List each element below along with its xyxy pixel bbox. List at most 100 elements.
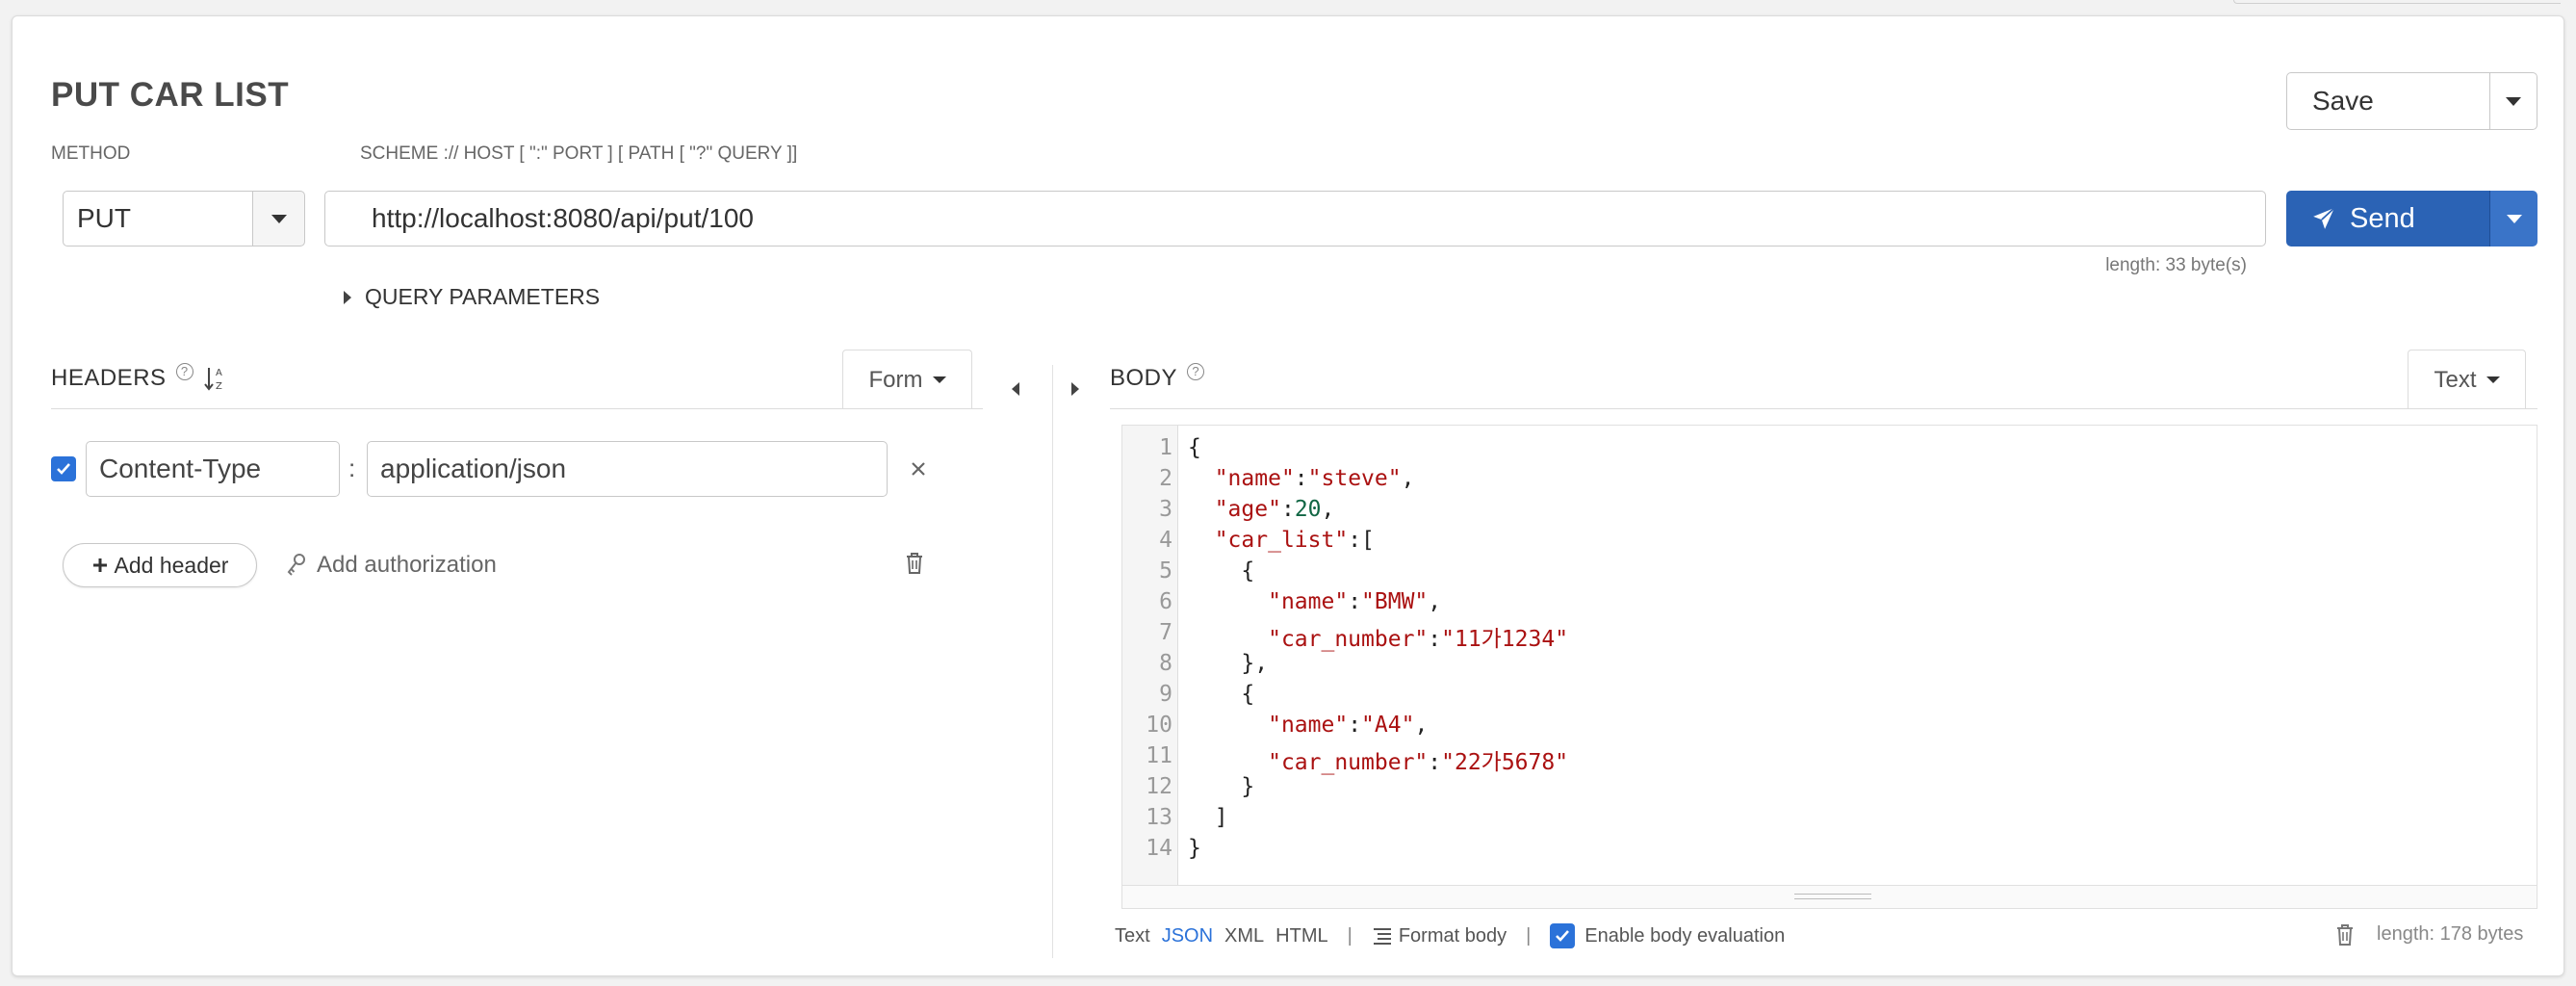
format-body-button[interactable]: Format body <box>1372 925 1507 947</box>
line-number: 14 <box>1146 836 1172 861</box>
code-line: } <box>1188 836 1201 861</box>
grip-icon <box>1794 894 1871 899</box>
add-authorization-link[interactable]: Add authorization <box>286 552 497 579</box>
clear-headers-button[interactable] <box>904 552 929 579</box>
code-line: { <box>1188 558 1255 584</box>
send-button[interactable]: Send <box>2286 191 2490 246</box>
headers-divider <box>51 408 983 409</box>
code-line: { <box>1188 435 1201 460</box>
code-line: "name":"A4", <box>1268 713 1429 738</box>
svg-text:A: A <box>216 368 222 378</box>
code-line: "name":"steve", <box>1214 466 1415 491</box>
line-number: 13 <box>1146 805 1172 830</box>
remove-header-button[interactable] <box>904 454 933 483</box>
format-json-link[interactable]: JSON <box>1162 925 1213 947</box>
close-icon <box>912 462 925 476</box>
chevron-down-icon <box>932 376 946 383</box>
format-xml-link[interactable]: XML <box>1224 925 1264 947</box>
clear-body-button[interactable] <box>2334 923 2357 948</box>
plus-icon <box>92 558 107 572</box>
line-number: 9 <box>1159 682 1172 707</box>
line-number: 6 <box>1159 589 1172 614</box>
editor-resize-handle[interactable] <box>1122 885 2537 908</box>
help-icon[interactable]: ? <box>175 363 193 380</box>
code-line: "car_number":"22가5678" <box>1268 750 1569 775</box>
code-line: "car_list":[ <box>1214 528 1375 553</box>
check-icon <box>1556 930 1570 942</box>
key-icon <box>287 554 305 576</box>
code-line: }, <box>1188 651 1269 676</box>
trash-icon <box>2337 924 2353 946</box>
code-line: "car_number":"11가1234" <box>1268 627 1569 652</box>
enable-body-evaluation-label: Enable body evaluation <box>1584 924 1786 947</box>
method-select[interactable]: PUT <box>63 191 253 246</box>
line-number: 7 <box>1159 620 1172 645</box>
header-value-input[interactable]: application/json <box>367 441 888 497</box>
format-body-label: Format body <box>1398 924 1507 947</box>
body-format-bar: Text JSON XML HTML | Format body | Enabl… <box>1115 923 1785 948</box>
request-editor-card: PUT CAR LIST Save METHOD SCHEME :// HOST… <box>12 15 2564 976</box>
header-name-input[interactable]: Content-Type <box>86 441 340 497</box>
line-number: 3 <box>1159 497 1172 522</box>
caret-right-icon <box>344 290 351 304</box>
url-input[interactable]: http://localhost:8080/api/put/100 <box>324 191 2266 246</box>
save-button[interactable]: Save <box>2286 72 2490 130</box>
headers-heading: HEADERS ? A Z <box>51 363 226 392</box>
separator: | <box>1526 924 1532 947</box>
trash-icon <box>907 553 922 574</box>
body-code-editor[interactable]: 1 2 3 4 5 6 7 8 9 10 11 12 13 14 { "name… <box>1121 425 2537 909</box>
sort-alpha-icon[interactable]: A Z <box>203 365 226 392</box>
headers-mode-label: Form <box>868 366 923 393</box>
window-edge <box>2233 0 2561 4</box>
chevron-down-icon <box>2506 96 2521 106</box>
line-number: 10 <box>1146 713 1172 738</box>
query-parameters-label: QUERY PARAMETERS <box>365 284 601 309</box>
enable-body-evaluation-checkbox[interactable] <box>1550 923 1576 948</box>
method-label: METHOD <box>51 143 131 164</box>
query-parameters-toggle[interactable]: QUERY PARAMETERS <box>344 284 600 310</box>
body-title: BODY <box>1110 365 1178 391</box>
code-line: ] <box>1188 805 1228 830</box>
format-lines-icon <box>1373 928 1391 945</box>
url-length: length: 33 byte(s) <box>2105 255 2247 275</box>
code-line: "age":20, <box>1214 497 1335 522</box>
save-options-button[interactable] <box>2489 72 2537 130</box>
header-enabled-checkbox[interactable] <box>51 456 76 481</box>
url-label: SCHEME :// HOST [ ":" PORT ] [ PATH [ "?… <box>360 143 798 164</box>
body-mode-button[interactable]: Text <box>2408 350 2526 409</box>
body-mode-label: Text <box>2434 366 2477 393</box>
header-separator: : <box>348 454 356 482</box>
separator: | <box>1347 924 1352 947</box>
method-dropdown-button[interactable] <box>252 191 305 246</box>
caret-left-icon <box>1012 382 1019 396</box>
collapse-left-button[interactable] <box>1006 376 1025 402</box>
code-line: { <box>1188 682 1255 707</box>
code-line: } <box>1188 774 1255 799</box>
chevron-down-icon <box>270 214 287 223</box>
check-icon <box>57 463 70 475</box>
line-number: 8 <box>1159 651 1172 676</box>
body-heading: BODY ? <box>1110 363 1205 392</box>
caret-right-icon <box>1071 382 1079 396</box>
panel-divider <box>1052 365 1053 958</box>
collapse-right-button[interactable] <box>1066 376 1085 402</box>
help-icon[interactable]: ? <box>1187 363 1205 380</box>
send-options-button[interactable] <box>2489 191 2537 246</box>
line-number: 4 <box>1159 528 1172 553</box>
chevron-down-icon <box>2506 214 2522 223</box>
body-length: length: 178 bytes <box>2377 923 2524 945</box>
format-html-link[interactable]: HTML <box>1275 925 1327 947</box>
add-header-button[interactable]: Add header <box>63 543 257 587</box>
add-header-label: Add header <box>114 552 229 578</box>
headers-mode-button[interactable]: Form <box>842 350 972 409</box>
request-title: PUT CAR LIST <box>51 76 290 114</box>
code-line: "name":"BMW", <box>1268 589 1442 614</box>
line-number: 5 <box>1159 558 1172 584</box>
send-label: Send <box>2350 202 2415 234</box>
add-authorization-label: Add authorization <box>317 552 497 578</box>
chevron-down-icon <box>2486 376 2500 383</box>
line-number: 1 <box>1159 435 1172 460</box>
line-number: 12 <box>1146 774 1172 799</box>
format-text-link[interactable]: Text <box>1115 925 1150 947</box>
line-number: 2 <box>1159 466 1172 491</box>
